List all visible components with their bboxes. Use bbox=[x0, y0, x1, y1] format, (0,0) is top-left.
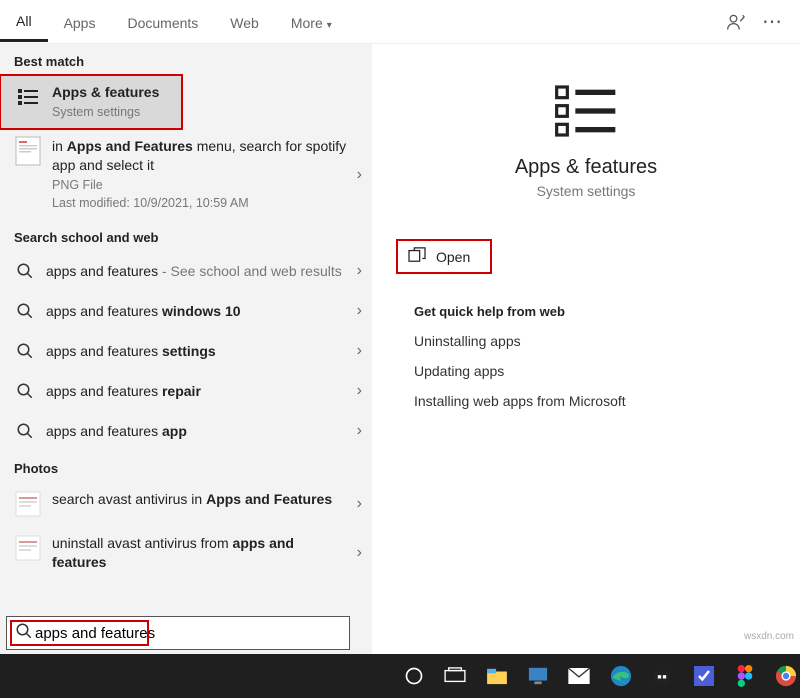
best-match-title: Apps & features bbox=[52, 83, 172, 102]
chevron-right-icon: › bbox=[357, 544, 362, 562]
chevron-right-icon: › bbox=[357, 342, 362, 360]
tab-apps[interactable]: Apps bbox=[48, 3, 112, 41]
results-pane: Best match Apps & features System settin… bbox=[0, 44, 372, 698]
taskbar-edge-icon[interactable] bbox=[607, 662, 634, 690]
file-result[interactable]: in Apps and Features menu, search for sp… bbox=[0, 129, 372, 221]
open-external-icon bbox=[408, 247, 426, 266]
search-box[interactable] bbox=[6, 616, 350, 650]
search-icon bbox=[14, 420, 36, 442]
detail-title: Apps & features bbox=[396, 156, 776, 179]
taskbar-chrome-icon[interactable] bbox=[773, 662, 800, 690]
best-match-subtitle: System settings bbox=[52, 104, 172, 121]
taskbar-todo-icon[interactable] bbox=[690, 662, 717, 690]
photo-result-label: uninstall avast antivirus from apps and … bbox=[52, 534, 347, 572]
taskbar-store-icon[interactable] bbox=[648, 662, 675, 690]
taskbar-explorer-icon[interactable] bbox=[483, 662, 510, 690]
search-icon bbox=[14, 300, 36, 322]
tab-all[interactable]: All bbox=[0, 1, 48, 42]
web-result-label: apps and features settings bbox=[46, 343, 347, 359]
chevron-right-icon: › bbox=[357, 262, 362, 280]
search-input[interactable] bbox=[33, 624, 341, 643]
taskbar-mail-icon[interactable] bbox=[566, 662, 593, 690]
detail-subtitle: System settings bbox=[396, 183, 776, 199]
chevron-right-icon: › bbox=[357, 302, 362, 320]
chevron-right-icon: › bbox=[357, 382, 362, 400]
taskbar-taskview-icon[interactable] bbox=[441, 662, 468, 690]
open-button-label: Open bbox=[436, 249, 470, 265]
file-result-type: PNG File bbox=[52, 177, 347, 194]
web-result-label: apps and features repair bbox=[46, 383, 347, 399]
tab-documents[interactable]: Documents bbox=[111, 3, 214, 41]
best-match-result[interactable]: Apps & features System settings bbox=[0, 75, 182, 129]
photo-result-1[interactable]: uninstall avast antivirus from apps and … bbox=[0, 526, 372, 580]
search-scope-tabs: All Apps Documents Web More bbox=[0, 0, 800, 44]
list-icon bbox=[14, 83, 42, 111]
png-file-icon bbox=[14, 137, 42, 165]
search-icon bbox=[14, 380, 36, 402]
tab-web[interactable]: Web bbox=[214, 3, 275, 41]
search-icon bbox=[14, 260, 36, 282]
web-result-3[interactable]: apps and features repair › bbox=[0, 371, 372, 411]
chevron-right-icon: › bbox=[357, 166, 362, 184]
photo-result-0[interactable]: search avast antivirus in Apps and Featu… bbox=[0, 482, 372, 526]
png-file-icon bbox=[14, 534, 42, 562]
file-result-title: in Apps and Features menu, search for sp… bbox=[52, 137, 347, 175]
taskbar-monitor-icon[interactable] bbox=[524, 662, 551, 690]
search-icon bbox=[15, 622, 33, 645]
taskbar-cortana-icon[interactable] bbox=[400, 662, 427, 690]
open-button[interactable]: Open bbox=[396, 239, 492, 274]
photo-result-label: search avast antivirus in Apps and Featu… bbox=[52, 490, 347, 509]
detail-pane: Apps & features System settings Open Get… bbox=[372, 44, 800, 698]
tab-more[interactable]: More bbox=[275, 3, 348, 41]
watermark: wsxdn.com bbox=[744, 631, 794, 642]
file-result-modified: Last modified: 10/9/2021, 10:59 AM bbox=[52, 195, 347, 212]
help-header: Get quick help from web bbox=[414, 304, 776, 319]
person-icon[interactable] bbox=[718, 4, 754, 40]
taskbar-figma-icon[interactable] bbox=[731, 662, 758, 690]
web-result-label: apps and features app bbox=[46, 423, 347, 439]
more-options-icon[interactable] bbox=[754, 4, 790, 40]
help-link-0[interactable]: Uninstalling apps bbox=[414, 333, 776, 349]
taskbar bbox=[0, 654, 800, 698]
web-result-label: apps and features - See school and web r… bbox=[46, 263, 347, 279]
search-icon bbox=[14, 340, 36, 362]
section-school-web: Search school and web bbox=[0, 220, 372, 251]
web-result-2[interactable]: apps and features settings › bbox=[0, 331, 372, 371]
section-photos: Photos bbox=[0, 451, 372, 482]
help-link-1[interactable]: Updating apps bbox=[414, 363, 776, 379]
web-result-4[interactable]: apps and features app › bbox=[0, 411, 372, 451]
section-best-match: Best match bbox=[0, 44, 372, 75]
chevron-right-icon: › bbox=[357, 422, 362, 440]
detail-list-icon bbox=[551, 76, 621, 146]
web-result-label: apps and features windows 10 bbox=[46, 303, 347, 319]
web-result-1[interactable]: apps and features windows 10 › bbox=[0, 291, 372, 331]
help-link-2[interactable]: Installing web apps from Microsoft bbox=[414, 393, 776, 409]
chevron-right-icon: › bbox=[357, 495, 362, 513]
png-file-icon bbox=[14, 490, 42, 518]
web-result-0[interactable]: apps and features - See school and web r… bbox=[0, 251, 372, 291]
